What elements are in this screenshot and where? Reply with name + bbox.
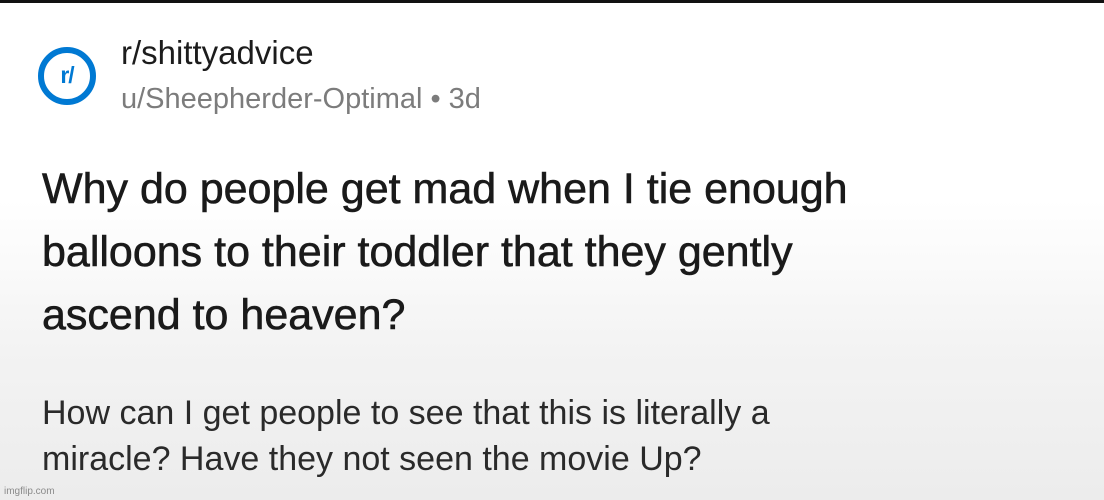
subreddit-name[interactable]: r/shittyadvice [121,34,481,72]
post-title-line-3: ascend to heaven? [42,291,406,340]
author-name[interactable]: u/Sheepherder-Optimal [121,83,422,115]
post-header: r/ r/shittyadvice u/Sheepherder-Optimal •… [38,34,481,116]
post-body: How can I get people to see that this is… [42,390,1082,482]
meta-separator: • [430,83,441,115]
post-meta: u/Sheepherder-Optimal • 3d [121,82,481,116]
subreddit-icon-text: r/ [60,61,74,88]
post-header-text: r/shittyadvice u/Sheepherder-Optimal • 3d [121,34,481,116]
post-title-line-1: Why do people get mad when I tie enough [42,165,848,214]
post-body-line-1: How can I get people to see that this is… [42,394,770,432]
reddit-post: r/ r/shittyadvice u/Sheepherder-Optimal •… [0,0,1104,500]
imgflip-watermark: imgflip.com [4,486,55,497]
post-body-line-2: miracle? Have they not seen the movie Up… [42,440,702,478]
post-title-line-2: balloons to their toddler that they gent… [42,228,793,277]
post-title[interactable]: Why do people get mad when I tie enough … [42,158,1082,347]
post-age: 3d [448,83,481,115]
subreddit-icon[interactable]: r/ [38,47,96,105]
